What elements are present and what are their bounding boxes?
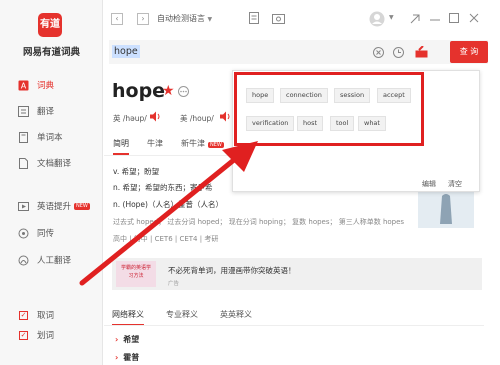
search-button[interactable]: 查 询 [450, 41, 488, 63]
word-select-checkbox[interactable]: ✓ 划词 [19, 329, 54, 341]
brush-tool-icon[interactable] [415, 46, 428, 58]
chevron-down-icon: ▼ [207, 16, 213, 23]
avatar[interactable] [369, 11, 385, 27]
simultaneous-icon [17, 227, 29, 239]
translate-icon [17, 105, 29, 117]
definition-line: n. (Hope)（人名）霍普（人名） [113, 200, 223, 209]
sidebar-item-label: 翻译 [37, 107, 55, 117]
tab-web-definitions[interactable]: 网络释义 [112, 309, 144, 326]
tab-oxford[interactable]: 牛津 [147, 138, 163, 155]
sidebar-item-label: 英语提升 [37, 202, 72, 212]
sidebar-item-english-improve[interactable]: 英语提升 NEW [17, 198, 90, 214]
us-phonetic: 美 /houp/ [180, 114, 214, 123]
notes-icon[interactable] [249, 12, 259, 24]
favorite-star-icon[interactable]: ★ [162, 83, 175, 99]
clear-history-button[interactable]: 清空 [448, 179, 462, 189]
maximize-icon[interactable] [449, 13, 459, 23]
sidebar-item-human-translate[interactable]: 人工翻译 [17, 252, 71, 268]
edit-history-button[interactable]: 编辑 [422, 179, 436, 189]
tab-concise[interactable]: 简明 [113, 138, 129, 155]
dictionary-icon: A [17, 79, 29, 91]
chevron-left-icon: ‹ [115, 14, 119, 23]
headword: hope [112, 80, 166, 102]
popup-actions: 编辑 清空 [422, 179, 462, 189]
chevron-right-icon: › [115, 353, 119, 362]
definition-line: n. 希望；希望的东西；寄予希 [113, 183, 213, 192]
ad-text: 不必死背单词，用漫画带你突破英语！ [168, 266, 296, 275]
sidebar-item-document-translate[interactable]: 文档翻译 [17, 155, 71, 171]
checkbox-label: 划词 [37, 331, 55, 341]
definition-line: v. 希望；盼望 [113, 167, 160, 176]
ad-tag: 广告 [168, 281, 180, 287]
web-definition-label: 霍普 [123, 353, 140, 362]
sidebar-item-simultaneous[interactable]: 同传 [17, 225, 54, 241]
chevron-right-icon: › [141, 14, 145, 23]
app-logo: 有道 [38, 13, 62, 37]
tab-english-english[interactable]: 英英释义 [220, 309, 252, 326]
ad-thumbnail: 学霸的英语学习方法 [116, 261, 156, 287]
screenshot-translate-icon[interactable] [272, 12, 285, 24]
sidebar-item-label: 人工翻译 [37, 256, 72, 266]
more-options-icon[interactable] [178, 86, 189, 97]
tab-new-oxford[interactable]: 新牛津 NEW [181, 138, 224, 155]
tab-label: 新牛津 [181, 139, 205, 148]
search-bar: hope 查 询 [109, 40, 488, 64]
definition-source-tabs: 网络释义 专业释义 英英释义 [112, 309, 252, 326]
dictionary-tabs: 简明 牛津 新牛津 NEW [113, 138, 224, 155]
new-badge: NEW [74, 202, 90, 210]
sidebar-item-label: 同传 [37, 229, 55, 239]
sidebar: 有道 网易有道词典 A 词典 翻译 单词本 文档翻译 英语提升 NEW 同传 人… [0, 0, 103, 365]
divider [104, 325, 484, 326]
highlight-box [234, 72, 424, 146]
chevron-down-icon[interactable]: ▼ [389, 14, 394, 21]
sidebar-item-label: 文档翻译 [37, 159, 72, 169]
history-icon[interactable] [393, 47, 404, 58]
new-badge: NEW [208, 142, 224, 148]
document-translate-icon [17, 157, 29, 169]
web-definition-label: 希望 [123, 335, 140, 344]
uk-phonetic: 英 /həup/ [113, 114, 147, 123]
minimize-icon[interactable] [430, 15, 440, 25]
word-forms: 过去式 hoped； 过去分词 hoped； 现在分词 hoping； 复数 h… [113, 218, 405, 226]
clear-icon[interactable] [373, 47, 384, 58]
wordbook-icon [17, 131, 29, 143]
mini-mode-icon[interactable] [410, 14, 420, 24]
exam-levels: 高中 | 初中 | CET6 | CET4 | 考研 [113, 235, 219, 243]
language-select-value: 自动检测语言 [157, 14, 205, 23]
sidebar-item-wordbook[interactable]: 单词本 [17, 129, 63, 145]
svg-text:A: A [20, 81, 26, 90]
word-capture-checkbox[interactable]: ✓ 取词 [19, 309, 54, 321]
chevron-right-icon: › [115, 335, 119, 344]
sidebar-item-dictionary[interactable]: A 词典 [17, 77, 54, 93]
back-button[interactable]: ‹ [111, 13, 123, 25]
web-definition-item[interactable]: › 希望 [115, 334, 139, 345]
sidebar-item-label: 单词本 [37, 133, 63, 143]
forward-button[interactable]: › [137, 13, 149, 25]
close-icon[interactable] [469, 13, 479, 23]
app-name: 网易有道词典 [22, 47, 80, 58]
search-input[interactable]: hope [112, 45, 140, 58]
tab-professional-definitions[interactable]: 专业释义 [166, 309, 198, 326]
sidebar-item-translate[interactable]: 翻译 [17, 103, 54, 119]
language-select[interactable]: 自动检测语言 ▼ [157, 13, 212, 24]
checkbox-label: 取词 [37, 311, 55, 321]
ad-banner[interactable]: 学霸的英语学习方法 不必死背单词，用漫画带你突破英语！ 广告 [112, 258, 482, 290]
web-definition-item[interactable]: › 霍普 [115, 352, 139, 363]
illustration-image [418, 190, 474, 228]
speaker-icon[interactable] [150, 111, 162, 122]
checkbox-checked-icon: ✓ [19, 310, 28, 320]
sidebar-item-label: 词典 [37, 81, 55, 91]
human-translate-icon [17, 254, 29, 266]
speaker-icon[interactable] [220, 111, 232, 122]
divider [104, 155, 234, 156]
english-improve-icon [17, 200, 29, 212]
checkbox-checked-icon: ✓ [19, 330, 28, 340]
